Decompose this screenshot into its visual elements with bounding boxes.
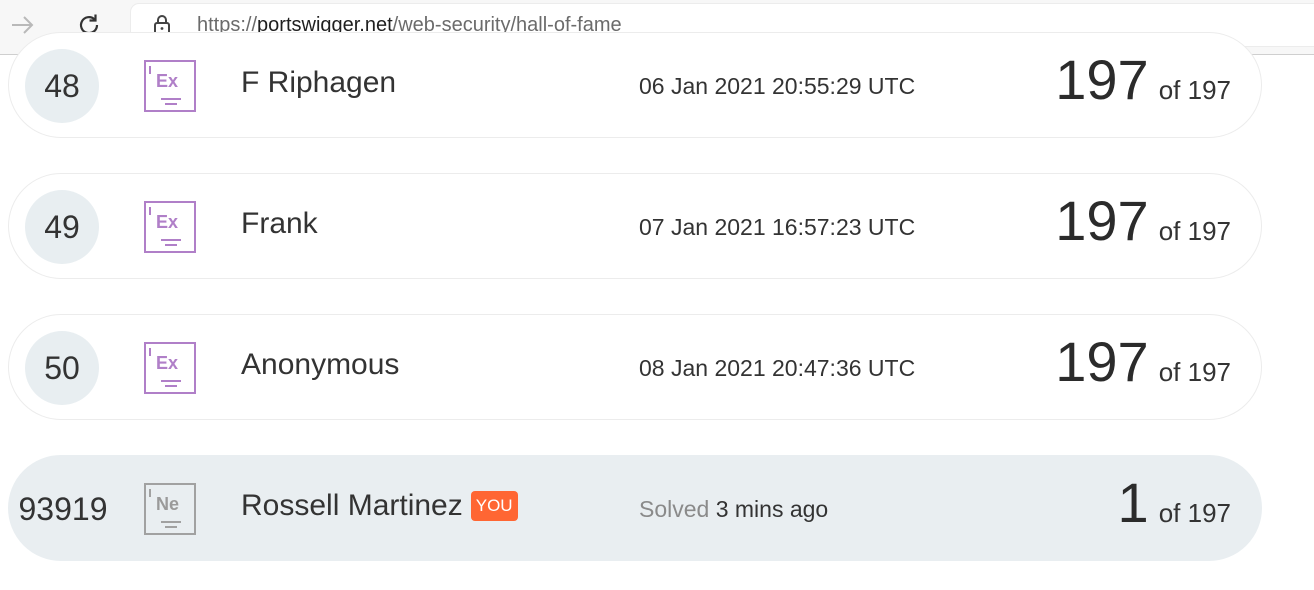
user-name-text: Rossell Martinez [241,489,463,522]
you-badge: YOU [470,491,518,521]
score-total: of 197 [1158,216,1231,246]
score-value: 197 [1055,189,1149,252]
score-value: 197 [1055,48,1149,111]
badge-symbol: Ex [156,212,179,232]
user-name: F Riphagen [241,66,397,99]
rank-number: 93919 [18,490,108,527]
score: 197 of 197 [1055,188,1231,253]
completion-date: 08 Jan 2021 20:47:36 UTC [639,355,916,381]
score-total: of 197 [1158,357,1231,387]
solved-label: Solved [639,496,710,522]
score: 197 of 197 [1055,329,1231,394]
rank-number: 50 [25,331,99,405]
badge-symbol: Ne [156,494,180,514]
completion-date: 06 Jan 2021 20:55:29 UTC [639,73,916,99]
user-name: Rossell Martinez YOU [241,489,518,523]
score-value: 197 [1055,330,1149,393]
score-total: of 197 [1158,75,1231,105]
expert-level-icon: Ex [144,342,196,394]
solved-time: 3 mins ago [715,496,829,522]
expert-level-icon: Ex [144,201,196,253]
rank-number: 49 [25,190,99,264]
score-value: 1 [1117,471,1149,534]
user-name: Anonymous [241,348,400,381]
leaderboard-row: 49 Ex Frank 07 Jan 2021 16:57:23 UTC 197… [8,173,1262,279]
badge-symbol: Ex [156,353,179,373]
novice-level-icon: Ne [144,483,196,535]
user-name: Frank [241,207,318,240]
score: 197 of 197 [1055,47,1231,112]
badge-symbol: Ex [156,71,179,91]
score-total: of 197 [1158,498,1231,528]
leaderboard-row: 48 Ex F Riphagen 06 Jan 2021 20:55:29 UT… [8,32,1262,138]
forward-arrow-icon[interactable] [8,10,38,40]
completion-date: 07 Jan 2021 16:57:23 UTC [639,214,916,240]
current-user-row: 93919 Ne Rossell Martinez YOU Solved 3 mi… [8,455,1262,561]
leaderboard-row: 50 Ex Anonymous 08 Jan 2021 20:47:36 UTC… [8,314,1262,420]
expert-level-icon: Ex [144,60,196,112]
score: 1 of 197 [1118,470,1231,535]
rank-number: 48 [25,49,99,123]
solved-status: Solved 3 mins ago [639,496,828,523]
